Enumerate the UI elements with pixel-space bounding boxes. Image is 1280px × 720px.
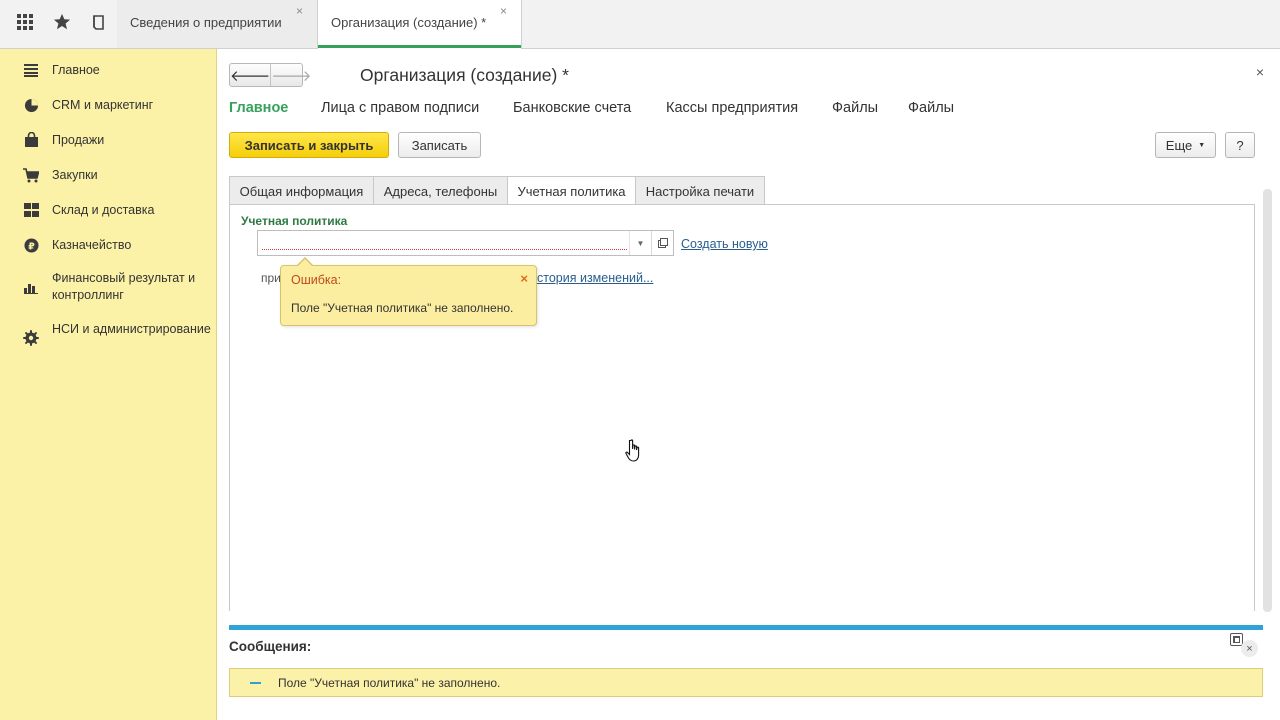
vertical-scrollbar[interactable] [1263,189,1272,612]
group-title: Учетная политика [241,214,348,228]
tooltip-close-icon[interactable]: × [520,271,528,286]
sidebar-item-label: Склад и доставка [52,203,155,217]
gear-icon [22,329,40,347]
page-title: Организация (создание) * [360,65,569,85]
tab-accounting-policy[interactable]: Учетная политика [507,176,636,206]
sidebar-item-financial-result[interactable]: Финансовый результат и контроллинг [0,270,216,306]
sidebar-item-label: Закупки [52,168,98,182]
form-window: 🡐 🡒 Организация (создание) * × Главное Л… [217,49,1280,720]
shopping-bag-icon [22,131,40,149]
hand-cursor-icon [624,438,642,465]
cart-icon [22,166,40,184]
sidebar-item-admin[interactable]: НСИ и администрирование [0,321,216,357]
tab-general-info[interactable]: Общая информация [229,176,374,205]
open-icon[interactable] [651,231,673,255]
section-bank-accounts[interactable]: Банковские счета [513,100,631,116]
favorites-star-icon[interactable] [43,0,80,44]
error-tooltip: Ошибка: × Поле "Учетная политика" не зап… [280,257,537,326]
bar-chart-icon [22,278,40,296]
ruble-coin-icon: ₽ [22,236,40,254]
save-button[interactable]: Записать [398,132,481,158]
error-title: Ошибка: [291,273,342,287]
menu-lines-icon [22,61,40,79]
tab-label: Сведения о предприятии [130,15,282,30]
message-marker-icon [250,682,261,684]
tab-print-settings[interactable]: Настройка печати [635,176,765,205]
section-main[interactable]: Главное [229,100,288,116]
dropdown-arrow-icon: ▼ [1198,141,1206,149]
sidebar-item-label: Главное [52,63,100,77]
help-button[interactable]: ? [1225,132,1255,158]
tab-addresses-phones[interactable]: Адреса, телефоны [373,176,508,205]
warehouse-grid-icon [22,201,40,219]
nav-buttons: 🡐 🡒 [229,63,311,87]
svg-text:₽: ₽ [28,241,35,252]
hint-text: при [261,271,281,285]
more-button[interactable]: Еще ▼ [1155,132,1216,158]
message-row[interactable]: Поле "Учетная политика" не заполнено. [229,668,1263,697]
sidebar-item-label: НСИ и администрирование [52,322,211,336]
save-and-close-button[interactable]: Записать и закрыть [229,132,389,158]
top-bar: Сведения о предприятии × Организация (со… [0,0,1280,49]
section-files-2[interactable]: Файлы [908,100,954,116]
sidebar-item-label: Казначейство [52,238,132,252]
pie-chart-icon [22,96,40,114]
sidebar: Главное CRM и маркетинг Продажи Закупки … [0,49,217,720]
apps-grid-icon[interactable] [6,0,43,44]
history-icon[interactable] [80,0,117,44]
section-signatories[interactable]: Лица с правом подписи [321,100,479,116]
sidebar-item-purchases[interactable]: Закупки [0,165,216,187]
tab-company-info[interactable]: Сведения о предприятии × [117,0,318,48]
accounting-policy-input[interactable]: ▼ [257,230,674,256]
forward-arrow-icon[interactable]: 🡒 [270,64,311,86]
close-form-icon[interactable]: × [1256,64,1264,80]
back-arrow-icon[interactable]: 🡐 [230,64,270,86]
sidebar-item-sales[interactable]: Продажи [0,130,216,152]
message-text: Поле "Учетная политика" не заполнено. [278,676,501,690]
sidebar-item-main[interactable]: Главное [0,60,216,82]
section-files[interactable]: Файлы [832,100,878,116]
sidebar-item-crm[interactable]: CRM и маркетинг [0,95,216,117]
tab-close-icon[interactable]: × [296,4,303,18]
tab-label: Организация (создание) * [331,15,487,30]
required-underline [262,249,627,250]
sidebar-item-label: Финансовый результат и контроллинг [52,271,196,302]
sidebar-item-label: CRM и маркетинг [52,98,154,112]
tab-close-icon[interactable]: × [500,4,507,18]
messages-divider[interactable] [229,625,1263,630]
tab-organization-create[interactable]: Организация (создание) * × [318,0,522,49]
create-new-link[interactable]: Создать новую [681,237,768,251]
error-text: Поле "Учетная политика" не заполнено. [291,301,514,315]
change-history-link[interactable]: стория изменений... [537,271,653,285]
section-cash-desks[interactable]: Кассы предприятия [666,100,798,116]
sidebar-item-label: Продажи [52,133,105,147]
dropdown-arrow-icon[interactable]: ▼ [629,231,651,255]
more-label: Еще [1165,137,1193,153]
sidebar-item-warehouse[interactable]: Склад и доставка [0,200,216,222]
messages-close-icon[interactable]: × [1241,640,1258,657]
messages-title: Сообщения: [229,639,312,654]
sidebar-item-treasury[interactable]: ₽ Казначейство [0,235,216,257]
